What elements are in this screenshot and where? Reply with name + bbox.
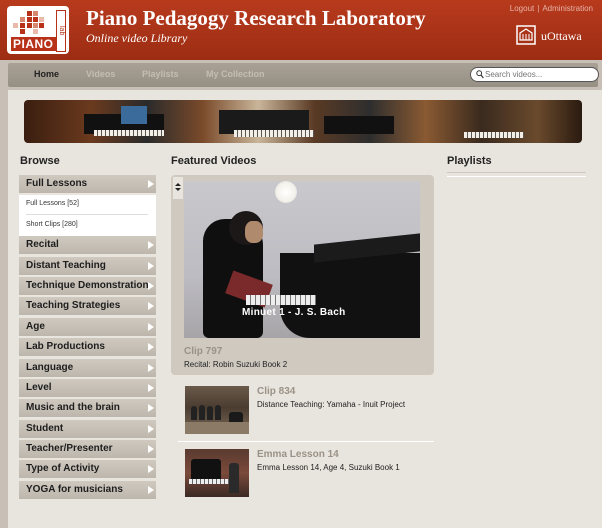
menu-item-music-and-the-brain[interactable]: Music and the brain bbox=[19, 399, 156, 418]
main-nav: Home Videos Playlists My Collection bbox=[8, 63, 599, 87]
video-thumbnail[interactable] bbox=[185, 449, 249, 497]
search-box[interactable] bbox=[470, 67, 599, 82]
arrow-right-icon bbox=[148, 302, 154, 310]
nav-playlists[interactable]: Playlists bbox=[142, 69, 179, 79]
site-subtitle: Online video Library bbox=[86, 31, 188, 45]
menu-item-lab-productions[interactable]: Lab Productions bbox=[19, 338, 156, 357]
arrow-right-icon bbox=[148, 384, 154, 392]
menu-item-technique-demonstration[interactable]: Technique Demonstration bbox=[19, 277, 156, 296]
university-name: uOttawa bbox=[541, 29, 582, 43]
nav-home[interactable]: Home bbox=[34, 69, 59, 79]
menu-item-label: Teaching Strategies bbox=[26, 300, 121, 311]
list-video-desc: Distance Teaching: Yamaha - Inuit Projec… bbox=[257, 400, 406, 409]
menu-item-label: Distant Teaching bbox=[26, 260, 106, 271]
menu-item-teaching-strategies[interactable]: Teaching Strategies bbox=[19, 297, 156, 316]
menu-item-label: YOGA for musicians bbox=[26, 484, 123, 495]
logout-link[interactable]: Logout bbox=[507, 4, 537, 13]
submenu-short-clips[interactable]: Short Clips [280] bbox=[26, 221, 78, 228]
menu-item-label: Lab Productions bbox=[26, 341, 105, 352]
menu-item-label: Age bbox=[26, 321, 45, 332]
menu-item-label: Full Lessons bbox=[26, 178, 88, 189]
scroll-toggle-icon[interactable] bbox=[173, 177, 183, 199]
arrow-right-icon bbox=[148, 445, 154, 453]
menu-item-level[interactable]: Level bbox=[19, 379, 156, 398]
arrow-right-icon bbox=[148, 180, 154, 188]
logo-text: PIANO bbox=[11, 37, 56, 51]
featured-heading: Featured Videos bbox=[171, 155, 257, 167]
featured-video-title[interactable]: Clip 797 bbox=[184, 346, 222, 357]
search-icon bbox=[476, 70, 484, 79]
logo-lab-text: lab bbox=[56, 10, 66, 52]
menu-item-full-lessons[interactable]: Full Lessons bbox=[19, 175, 156, 194]
menu-item-label: Music and the brain bbox=[26, 402, 120, 413]
arrow-right-icon bbox=[148, 425, 154, 433]
list-video-desc: Emma Lesson 14, Age 4, Suzuki Book 1 bbox=[257, 463, 400, 472]
site-header: PIANO lab Piano Pedagogy Research Labora… bbox=[0, 0, 602, 60]
menu-item-label: Language bbox=[26, 362, 74, 373]
lab-logo[interactable]: PIANO lab bbox=[7, 6, 69, 54]
menu-item-language[interactable]: Language bbox=[19, 359, 156, 378]
nav-videos[interactable]: Videos bbox=[86, 69, 115, 79]
menu-item-label: Student bbox=[26, 423, 64, 434]
video-overlay-caption: Minuet 1 - J. S. Bach bbox=[242, 307, 346, 318]
playlists-heading: Playlists bbox=[447, 155, 492, 167]
menu-item-distant-teaching[interactable]: Distant Teaching bbox=[19, 257, 156, 276]
site-title: Piano Pedagogy Research Laboratory bbox=[86, 6, 426, 30]
video-thumbnail[interactable] bbox=[185, 386, 249, 434]
arrow-right-icon bbox=[148, 364, 154, 372]
search-input[interactable] bbox=[485, 69, 591, 80]
banner-image bbox=[24, 100, 582, 143]
submenu-divider bbox=[26, 214, 148, 215]
full-lessons-submenu: Full Lessons [52] Short Clips [280] bbox=[19, 195, 156, 236]
playlists-divider bbox=[447, 172, 586, 177]
featured-video-desc: Recital: Robin Suzuki Book 2 bbox=[184, 360, 288, 369]
arrow-right-icon bbox=[148, 486, 154, 494]
menu-item-type-of-activity[interactable]: Type of Activity bbox=[19, 460, 156, 479]
arrow-right-icon bbox=[148, 404, 154, 412]
submenu-full-lessons[interactable]: Full Lessons [52] bbox=[26, 200, 79, 207]
menu-item-label: Technique Demonstration bbox=[26, 280, 149, 291]
featured-video-player[interactable]: Minuet 1 - J. S. Bach bbox=[184, 181, 420, 338]
arrow-right-icon bbox=[148, 282, 154, 290]
menu-item-yoga-for-musicians[interactable]: YOGA for musicians bbox=[19, 481, 156, 500]
menu-item-label: Recital bbox=[26, 239, 59, 250]
arrow-right-icon bbox=[148, 343, 154, 351]
administration-link[interactable]: Administration bbox=[539, 4, 596, 13]
uottawa-logo[interactable]: uOttawa bbox=[516, 25, 594, 47]
menu-item-student[interactable]: Student bbox=[19, 420, 156, 439]
arrow-right-icon bbox=[148, 241, 154, 249]
menu-item-label: Type of Activity bbox=[26, 463, 100, 474]
list-video-title[interactable]: Clip 834 bbox=[257, 386, 295, 397]
arrow-right-icon bbox=[148, 262, 154, 270]
list-divider bbox=[178, 441, 434, 442]
menu-item-label: Level bbox=[26, 382, 52, 393]
list-video-title[interactable]: Emma Lesson 14 bbox=[257, 449, 339, 460]
arrow-right-icon bbox=[148, 465, 154, 473]
nav-my-collection[interactable]: My Collection bbox=[206, 69, 265, 79]
menu-item-label: Teacher/Presenter bbox=[26, 443, 113, 454]
menu-item-teacher-presenter[interactable]: Teacher/Presenter bbox=[19, 440, 156, 459]
arrow-right-icon bbox=[148, 323, 154, 331]
menu-item-age[interactable]: Age bbox=[19, 318, 156, 337]
menu-item-recital[interactable]: Recital bbox=[19, 236, 156, 255]
top-links: Logout | Administration bbox=[507, 4, 596, 13]
browse-heading: Browse bbox=[20, 155, 60, 167]
university-seal-icon bbox=[516, 25, 536, 45]
